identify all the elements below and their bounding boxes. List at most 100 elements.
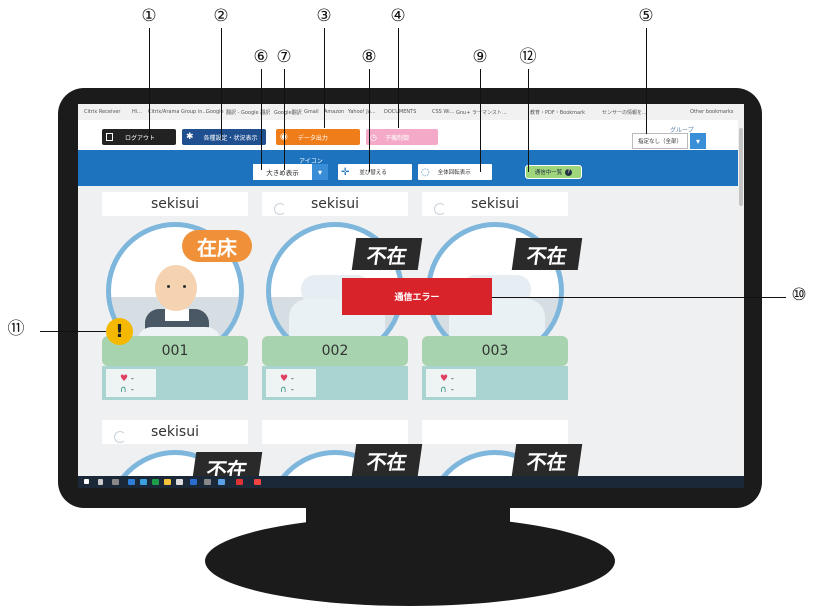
bookmark[interactable]: Amazon (324, 109, 344, 115)
bookmark[interactable]: 教育・PDF・Bookmark (530, 109, 585, 116)
callout-7: ⑦ (276, 47, 292, 67)
status-badge: 在床 (182, 230, 252, 262)
explorer-icon[interactable] (140, 479, 147, 485)
settings-button[interactable]: ✱ 各種設定・状況表示 (182, 129, 266, 145)
vitals-panel: ♥ - ∩ - (102, 366, 248, 400)
chrome-icon[interactable] (254, 479, 261, 485)
bookmark[interactable]: Other bookmarks (690, 109, 733, 115)
chevron-down-icon[interactable]: ▾ (690, 133, 706, 149)
moon-icon (114, 431, 126, 443)
respiration-rate: - (291, 385, 294, 394)
bookmark[interactable]: DOCUMENTS (384, 109, 416, 115)
bookmark[interactable]: センサーの情報を... (602, 109, 647, 116)
pdf-icon[interactable] (236, 479, 243, 485)
error-banner: 通信エラー (342, 278, 492, 315)
comm-list-label: 通信中一覧 (534, 170, 563, 176)
search-icon[interactable] (98, 479, 103, 485)
respiration-icon: ∩ (440, 385, 447, 395)
card-id: 002 (262, 336, 408, 366)
rotate-label: 全体回転表示 (437, 170, 471, 176)
edge-icon[interactable] (128, 479, 135, 485)
start-icon[interactable] (84, 479, 89, 484)
chevron-down-icon[interactable]: ▾ (312, 164, 328, 180)
card-name (422, 420, 568, 444)
moon-icon (274, 203, 286, 215)
app-icon[interactable] (204, 479, 211, 485)
folder-icon[interactable] (164, 479, 171, 485)
status-badge: 不在 (511, 238, 583, 270)
data-output-button[interactable]: ◉ データ出力 (276, 129, 360, 145)
callout-11: ⑪ (7, 319, 25, 339)
callout-12: ⑫ (519, 47, 537, 67)
settings-label: 各種設定・状況表示 (203, 134, 258, 142)
bookmark[interactable]: Gnu+ ラーマンスト... (456, 109, 507, 116)
gear-icon: ✱ (186, 132, 194, 142)
taskview-icon[interactable] (112, 479, 119, 485)
app-icon[interactable] (176, 479, 183, 485)
resident-card-row2-1[interactable]: sekisui 不在 (98, 414, 263, 488)
respiration-rate: - (451, 385, 454, 394)
bookmarks-bar: Citrix Receiver Hi... Citrix/Arama Group… (78, 104, 744, 121)
status-badge: 不在 (351, 444, 423, 476)
exclamation-icon[interactable]: ! (106, 318, 133, 345)
outlook-icon[interactable] (190, 479, 197, 485)
status-badge: 不在 (351, 238, 423, 270)
card-name: sekisui (422, 192, 568, 216)
callout-4: ④ (390, 6, 406, 26)
bookmark[interactable]: CSS Wi... (432, 109, 454, 115)
bookmark[interactable]: Google翻訳 (274, 109, 302, 116)
device-control-label: 子機制御 (384, 134, 409, 142)
card-name: sekisui (262, 192, 408, 216)
card-name: sekisui (102, 192, 248, 216)
callout-6: ⑥ (253, 47, 269, 67)
taskbar (78, 476, 744, 488)
data-output-label: データ出力 (297, 134, 328, 142)
vitals-panel: ♥ - ∩ - (422, 366, 568, 400)
heart-icon: ♥ (120, 374, 129, 384)
sort-label: 並び替える (359, 170, 387, 176)
respiration-rate: - (131, 385, 134, 394)
resident-card-row2-3[interactable]: 不在 (418, 414, 583, 488)
heart-icon: ♥ (440, 374, 449, 384)
moon-icon (434, 203, 446, 215)
rotate-icon: ◌ (421, 166, 430, 178)
app-icon[interactable] (218, 479, 225, 485)
resident-card-001[interactable]: sekisui 在床 001 ♥ - ∩ - (98, 186, 252, 406)
logout-label: ログアウト (125, 134, 156, 142)
heart-icon: ♥ (280, 374, 289, 384)
bookmark[interactable]: Citrix Receiver (84, 109, 120, 115)
callout-5: ⑤ (638, 6, 654, 26)
excel-icon[interactable] (152, 479, 159, 485)
bookmark[interactable]: Citrix/Arama Group in... (148, 109, 207, 115)
callout-9: ⑨ (472, 47, 488, 67)
device-control-button[interactable]: ◷ 子機制御 (366, 129, 438, 145)
scrollbar-thumb[interactable] (739, 128, 743, 206)
card-grid: sekisui 在床 001 ♥ - ∩ - sekisui 不在 002 ♥ … (78, 186, 738, 488)
vitals-panel: ♥ - ∩ - (262, 366, 408, 400)
person-head (155, 265, 197, 311)
comm-list-button[interactable]: 通信中一覧 ? (525, 165, 582, 179)
group-select[interactable]: 指定なし（全部） (632, 133, 688, 149)
callout-3: ③ (316, 6, 332, 26)
resident-card-row2-2[interactable]: 不在 (258, 414, 423, 488)
heart-rate: - (451, 374, 454, 383)
card-name: sekisui (102, 420, 248, 444)
monitor-stand-base (205, 516, 615, 606)
respiration-icon: ∩ (120, 385, 127, 395)
bookmark[interactable]: Hi... (132, 109, 142, 115)
respiration-icon: ∩ (280, 385, 287, 395)
logout-button[interactable]: ログアウト (102, 129, 176, 145)
callout-1: ① (141, 6, 157, 26)
status-badge: 不在 (511, 444, 583, 476)
bookmark[interactable]: Gmail (304, 109, 319, 115)
callout-2: ② (213, 6, 229, 26)
clock-icon: ◷ (370, 132, 377, 142)
bookmark[interactable]: Yahoo! Ja... (348, 109, 376, 115)
sort-button[interactable]: ✛ 並び替える (338, 164, 412, 180)
card-id: 003 (422, 336, 568, 366)
card-name (262, 420, 408, 444)
bookmark[interactable]: 翻訳 - Google 翻訳 (226, 109, 270, 116)
move-icon: ✛ (341, 166, 350, 178)
monitor-stand-neck (306, 498, 510, 528)
logout-icon (106, 133, 113, 141)
